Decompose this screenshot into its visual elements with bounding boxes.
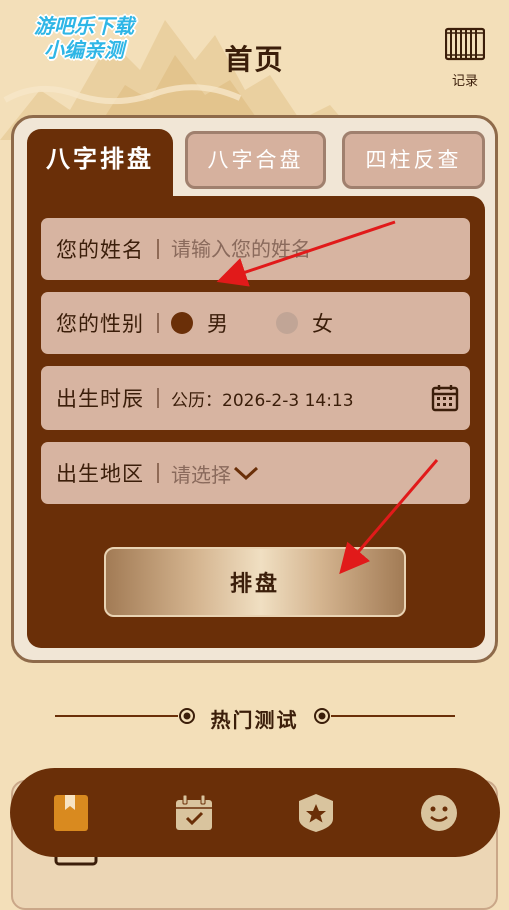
red-arrow [216, 220, 396, 287]
nav-star[interactable] [286, 783, 346, 843]
hot-tests-header: 热门测试 [0, 700, 509, 734]
calendar-check-icon [175, 794, 212, 830]
nav-calendar[interactable] [164, 783, 224, 843]
nav-home[interactable] [41, 783, 101, 843]
bottom-nav [10, 768, 500, 857]
smiley-icon [420, 794, 457, 831]
annotation-arrows [216, 220, 439, 575]
nav-profile[interactable] [409, 783, 469, 843]
bookmark-icon [54, 794, 89, 831]
star-badge-icon [299, 793, 334, 832]
red-arrow [339, 459, 439, 575]
hot-tests-title: 热门测试 [210, 708, 299, 732]
